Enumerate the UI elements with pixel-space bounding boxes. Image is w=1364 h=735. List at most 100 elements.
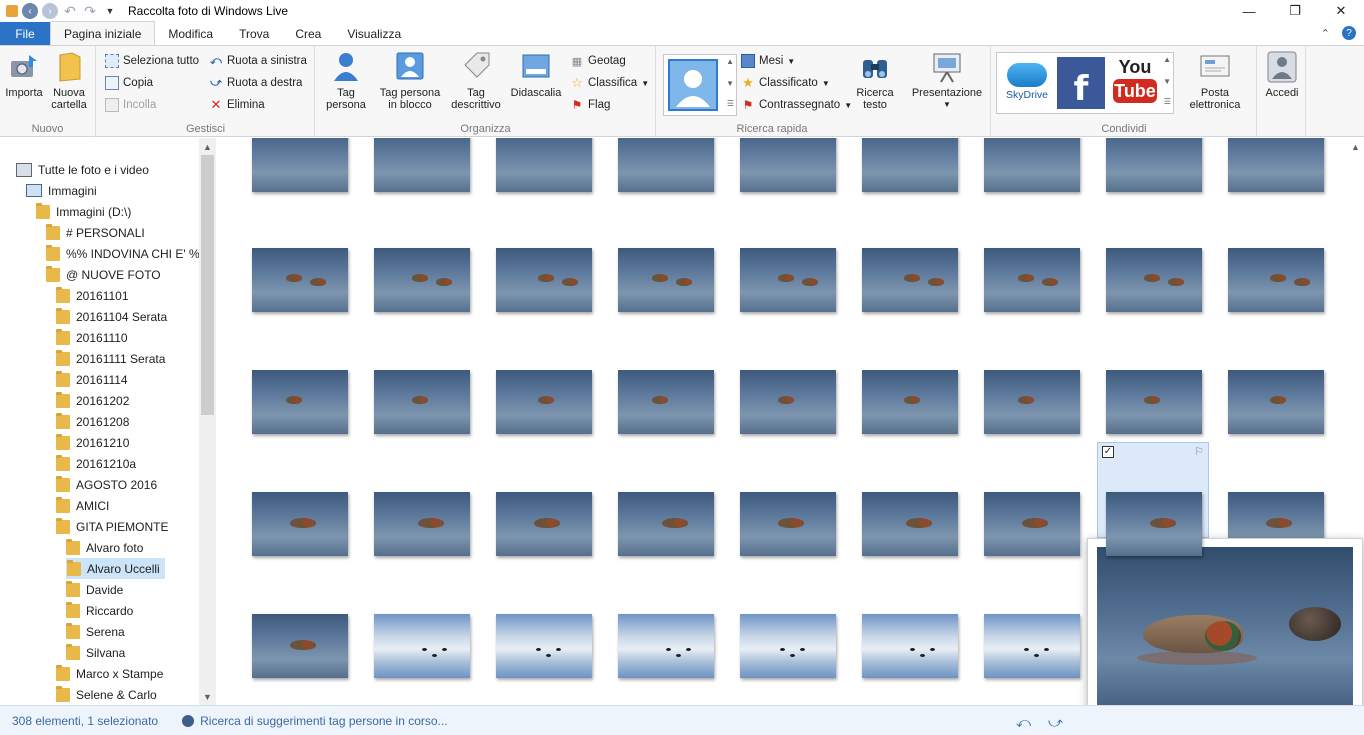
photo-thumbnail[interactable] xyxy=(862,138,958,192)
tree-scroll-thumb[interactable] xyxy=(201,155,214,415)
back-icon[interactable]: ‹ xyxy=(22,3,38,19)
tree-item[interactable]: Riccardo xyxy=(66,600,133,621)
close-button[interactable]: ✕ xyxy=(1318,0,1364,22)
photo-thumbnail[interactable] xyxy=(252,138,348,192)
photo-thumbnail[interactable] xyxy=(862,492,958,556)
photo-thumbnail[interactable] xyxy=(618,370,714,434)
tag-persona-button[interactable]: Tag persona xyxy=(320,50,372,111)
youtube-button[interactable]: You Tube xyxy=(1111,57,1159,109)
photo-thumbnail[interactable] xyxy=(496,138,592,192)
photo-thumbnail[interactable] xyxy=(618,248,714,312)
photo-thumbnail[interactable] xyxy=(984,138,1080,192)
photo-thumbnail[interactable] xyxy=(862,248,958,312)
tab-file[interactable]: File xyxy=(0,22,50,45)
photo-thumbnail[interactable] xyxy=(1106,138,1202,192)
mesi-button[interactable]: Mesi ▼ xyxy=(741,52,795,70)
ruota-destra-button[interactable]: ⤻ Ruota a destra xyxy=(209,74,302,92)
contrassegnato-button[interactable]: ⚑ Contrassegnato ▼ xyxy=(741,96,853,114)
photo-thumbnail[interactable] xyxy=(1106,492,1202,556)
photo-thumbnail[interactable] xyxy=(984,492,1080,556)
copia-button[interactable]: Copia xyxy=(105,74,153,92)
tree-item[interactable]: 20161114 xyxy=(56,369,128,390)
photo-thumbnail[interactable] xyxy=(740,248,836,312)
tab-pagina-iniziale[interactable]: Pagina iniziale xyxy=(50,21,156,45)
photo-thumbnail[interactable] xyxy=(374,138,470,192)
photo-thumbnail[interactable] xyxy=(1228,138,1324,192)
photo-thumbnail[interactable] xyxy=(740,370,836,434)
tree-scroll-down-icon[interactable]: ▼ xyxy=(199,688,216,705)
redo-icon[interactable]: ↷ xyxy=(82,3,98,19)
seleziona-tutto-button[interactable]: Seleziona tutto xyxy=(105,52,199,70)
geotag-button[interactable]: ▦ Geotag xyxy=(570,52,626,70)
photo-thumbnail[interactable] xyxy=(984,248,1080,312)
tree-item[interactable]: @ NUOVE FOTO xyxy=(46,264,161,285)
tree-item[interactable]: GITA PIEMONTE xyxy=(56,516,168,537)
tree-item[interactable]: Selene & Carlo xyxy=(56,684,157,705)
photo-thumbnail[interactable] xyxy=(862,614,958,678)
importa-button[interactable]: Importa xyxy=(4,50,44,99)
customize-caret-icon[interactable]: ▼ xyxy=(102,3,118,19)
photo-thumbnail[interactable] xyxy=(374,492,470,556)
photo-thumbnail[interactable] xyxy=(496,614,592,678)
minimize-button[interactable]: — xyxy=(1226,0,1272,22)
tree-item[interactable]: Alvaro foto xyxy=(66,537,143,558)
photo-thumbnail[interactable] xyxy=(374,248,470,312)
posta-elettronica-button[interactable]: Posta elettronica xyxy=(1180,50,1250,111)
flag-button[interactable]: ⚑ Flag xyxy=(570,96,611,114)
tree-item[interactable]: 20161202 xyxy=(56,390,129,411)
gallery-scroll-up-icon[interactable]: ▲ xyxy=(1347,138,1364,155)
people-gallery[interactable]: ▲ ▼ ☰ xyxy=(663,54,737,116)
ruota-sinistra-button[interactable]: ⤺ Ruota a sinistra xyxy=(209,52,307,70)
facebook-button[interactable]: f xyxy=(1057,57,1105,109)
photo-thumbnail[interactable] xyxy=(252,370,348,434)
tree-item[interactable]: 20161101 xyxy=(56,285,129,306)
photo-thumbnail[interactable] xyxy=(1228,370,1324,434)
tree-scrollbar[interactable]: ▲ ▼ xyxy=(199,138,216,705)
tree-item[interactable]: 20161208 xyxy=(56,411,129,432)
help-icon[interactable]: ? xyxy=(1342,26,1356,40)
photo-thumbnail[interactable] xyxy=(618,138,714,192)
photo-thumbnail[interactable] xyxy=(984,370,1080,434)
tree-item[interactable]: Serena xyxy=(66,621,125,642)
share-scroll-down-icon[interactable]: ▼ xyxy=(1163,77,1171,86)
tree-scroll-up-icon[interactable]: ▲ xyxy=(199,138,216,155)
skydrive-button[interactable]: SkyDrive xyxy=(1001,57,1053,111)
tree-item[interactable]: Immagini (D:\) xyxy=(36,201,131,222)
photo-thumbnail[interactable] xyxy=(862,370,958,434)
photo-thumbnail[interactable] xyxy=(374,614,470,678)
tree-item[interactable]: 20161111 Serata xyxy=(56,348,165,369)
photo-thumbnail[interactable] xyxy=(252,614,348,678)
tag-descrittivo-button[interactable]: Tag descrittivo xyxy=(446,50,506,111)
ricerca-testo-button[interactable]: Ricerca testo xyxy=(853,50,897,111)
share-scroll-up-icon[interactable]: ▲ xyxy=(1163,55,1171,64)
tag-blocco-button[interactable]: Tag persona in blocco xyxy=(374,50,446,111)
tree-item[interactable]: AMICI xyxy=(56,495,109,516)
tree-item[interactable]: Davide xyxy=(66,579,123,600)
forward-icon[interactable]: › xyxy=(42,3,58,19)
maximize-button[interactable]: ❐ xyxy=(1272,0,1318,22)
photo-thumbnail[interactable] xyxy=(1106,248,1202,312)
tab-trova[interactable]: Trova xyxy=(226,22,282,45)
photo-thumbnail[interactable] xyxy=(252,248,348,312)
undo-icon[interactable]: ↶ xyxy=(62,3,78,19)
share-expand-icon[interactable]: ☰ xyxy=(1164,97,1171,106)
photo-thumbnail[interactable] xyxy=(984,614,1080,678)
tree-item[interactable]: # PERSONALI xyxy=(46,222,145,243)
tree-item[interactable]: 20161110 xyxy=(56,327,128,348)
tree-item[interactable]: Immagini xyxy=(26,180,97,201)
photo-thumbnail[interactable] xyxy=(618,492,714,556)
gallery-scroll-up-icon[interactable]: ▲ xyxy=(726,57,734,66)
tree-item[interactable]: Marco x Stampe xyxy=(56,663,163,684)
incolla-button[interactable]: Incolla xyxy=(105,96,156,114)
photo-thumbnail[interactable] xyxy=(740,614,836,678)
tree-item[interactable]: 20161210 xyxy=(56,432,129,453)
photo-thumbnail[interactable] xyxy=(1228,248,1324,312)
tree-item[interactable]: Alvaro Uccelli xyxy=(66,558,165,579)
tab-modifica[interactable]: Modifica xyxy=(155,22,226,45)
status-rotate-right-icon[interactable]: ⤻ xyxy=(1048,714,1063,731)
photo-thumbnail[interactable] xyxy=(252,492,348,556)
photo-thumbnail[interactable] xyxy=(740,492,836,556)
photo-flag-icon[interactable]: ⚐ xyxy=(1194,445,1204,458)
photo-thumbnail[interactable] xyxy=(496,492,592,556)
tree-item[interactable]: AGOSTO 2016 xyxy=(56,474,157,495)
